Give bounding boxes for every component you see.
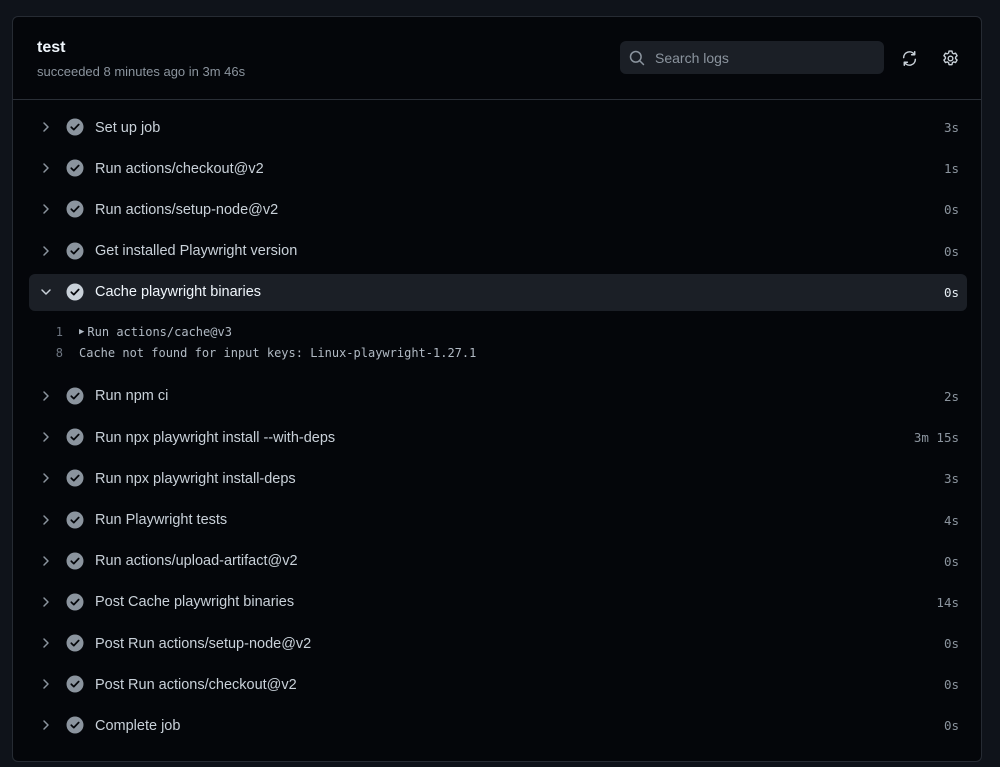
- step-duration: 0s: [943, 284, 959, 300]
- step-label: Post Run actions/checkout@v2: [95, 676, 297, 693]
- chevron-right-icon[interactable]: [40, 596, 52, 608]
- check-circle-icon: [66, 634, 84, 652]
- check-circle-icon: [66, 716, 84, 734]
- step-duration: 3m 15s: [913, 430, 959, 446]
- chevron-right-icon[interactable]: [40, 678, 52, 690]
- chevron-down-icon[interactable]: [40, 286, 52, 298]
- check-circle-icon: [66, 469, 84, 487]
- step-label: Cache playwright binaries: [95, 284, 262, 301]
- check-circle-icon: [66, 675, 84, 693]
- sync-icon: [902, 50, 916, 66]
- check-circle-icon: [66, 593, 84, 611]
- chevron-right-icon[interactable]: [40, 719, 52, 731]
- step-label: Run Playwright tests: [95, 512, 228, 528]
- log-line: 8 Cache not found for input keys: Linux-p…: [29, 343, 967, 364]
- step-row[interactable]: Complete job 0s: [29, 707, 967, 744]
- step-duration: 3s: [943, 471, 959, 487]
- search-box[interactable]: [620, 41, 884, 74]
- check-circle-icon: [66, 242, 84, 260]
- step-duration: 1s: [943, 161, 959, 177]
- chevron-right-icon[interactable]: [40, 121, 52, 133]
- step-row[interactable]: Run actions/checkout@v2 1s: [29, 150, 967, 187]
- chevron-right-icon[interactable]: [40, 162, 52, 174]
- step-duration: 0s: [943, 636, 959, 652]
- step-label: Run actions/upload-artifact@v2: [95, 553, 298, 570]
- check-circle-icon: [66, 552, 84, 570]
- chevron-right-icon[interactable]: [40, 390, 52, 402]
- step-label: Run npx playwright install --with-deps: [95, 429, 336, 446]
- step-duration: 2s: [943, 388, 959, 404]
- check-circle-icon: [66, 428, 84, 446]
- check-circle-icon: [66, 387, 84, 405]
- step-label: Run npm ci: [95, 388, 169, 405]
- expand-triangle-icon[interactable]: ▶: [79, 327, 84, 337]
- step-row[interactable]: Post Run actions/setup-node@v2 0s: [29, 625, 967, 662]
- step-label: Set up job: [95, 119, 161, 136]
- steps-list: Set up job 3s Run actions/checkout@v2 1s Run…: [29, 109, 967, 749]
- check-circle-icon: [66, 283, 84, 301]
- check-circle-icon: [66, 118, 84, 136]
- job-header: test succeeded 8 minutes ago in 3m 46s: [13, 17, 981, 100]
- step-duration: 3s: [943, 120, 959, 135]
- job-title: test: [37, 39, 66, 56]
- step-duration: 4s: [943, 512, 959, 528]
- step-label: Run npx playwright install-deps: [95, 470, 296, 487]
- search-logs-input[interactable]: [653, 48, 857, 67]
- step-duration: 0s: [943, 243, 959, 259]
- step-row[interactable]: Run npm ci 2s: [29, 378, 967, 415]
- chevron-right-icon[interactable]: [40, 514, 52, 526]
- step-duration: 0s: [943, 553, 959, 569]
- job-status: succeeded 8 minutes ago in 3m 46s: [37, 64, 246, 79]
- check-circle-icon: [66, 511, 84, 528]
- step-label: Post Run actions/setup-node@v2: [95, 635, 312, 652]
- step-label: Complete job: [95, 717, 181, 734]
- step-row[interactable]: Cache playwright binaries 0s: [29, 273, 967, 311]
- line-number[interactable]: 1: [29, 325, 79, 339]
- log-text: Run actions/cache@v3: [87, 325, 232, 340]
- check-circle-icon: [66, 159, 84, 177]
- step-row[interactable]: Run actions/setup-node@v2 0s: [29, 191, 967, 228]
- log-text: Cache not found for input keys: Linux-pl…: [79, 346, 477, 361]
- chevron-right-icon[interactable]: [40, 555, 52, 567]
- check-circle-icon: [66, 200, 84, 218]
- step-row[interactable]: Set up job 3s: [29, 109, 967, 146]
- chevron-right-icon[interactable]: [40, 472, 52, 484]
- step-label: Run actions/setup-node@v2: [95, 201, 279, 218]
- step-row[interactable]: Run npx playwright install-deps 3s: [29, 460, 967, 497]
- refresh-button[interactable]: [899, 48, 919, 68]
- chevron-right-icon[interactable]: [40, 203, 52, 215]
- settings-button[interactable]: [940, 48, 960, 68]
- step-label: Get installed Playwright version: [95, 243, 298, 260]
- log-line[interactable]: 1 ▶ Run actions/cache@v3: [29, 322, 967, 343]
- step-duration: 0s: [943, 718, 959, 734]
- chevron-right-icon[interactable]: [40, 637, 52, 649]
- job-log-panel: test succeeded 8 minutes ago in 3m 46s S…: [12, 16, 982, 762]
- step-duration: 0s: [943, 677, 959, 693]
- step-duration: 0s: [943, 202, 959, 218]
- step-row[interactable]: Run Playwright tests 4s: [29, 502, 967, 539]
- step-row[interactable]: Run actions/upload-artifact@v2 0s: [29, 543, 967, 580]
- step-row[interactable]: Post Run actions/checkout@v2 0s: [29, 666, 967, 703]
- step-row[interactable]: Run npx playwright install --with-deps 3m…: [29, 419, 967, 456]
- chevron-right-icon[interactable]: [40, 245, 52, 257]
- step-row[interactable]: Post Cache playwright binaries 14s: [29, 584, 967, 621]
- line-number[interactable]: 8: [29, 346, 79, 360]
- chevron-right-icon[interactable]: [40, 431, 52, 443]
- step-label: Run actions/checkout@v2: [95, 160, 264, 177]
- step-log: 1 ▶ Run actions/cache@v3 8 Cache not found f…: [29, 314, 967, 364]
- gear-icon: [942, 49, 958, 65]
- step-row[interactable]: Get installed Playwright version 0s: [29, 233, 967, 270]
- step-duration: 14s: [936, 594, 959, 610]
- search-icon: [629, 50, 645, 65]
- step-label: Post Cache playwright binaries: [95, 594, 295, 611]
